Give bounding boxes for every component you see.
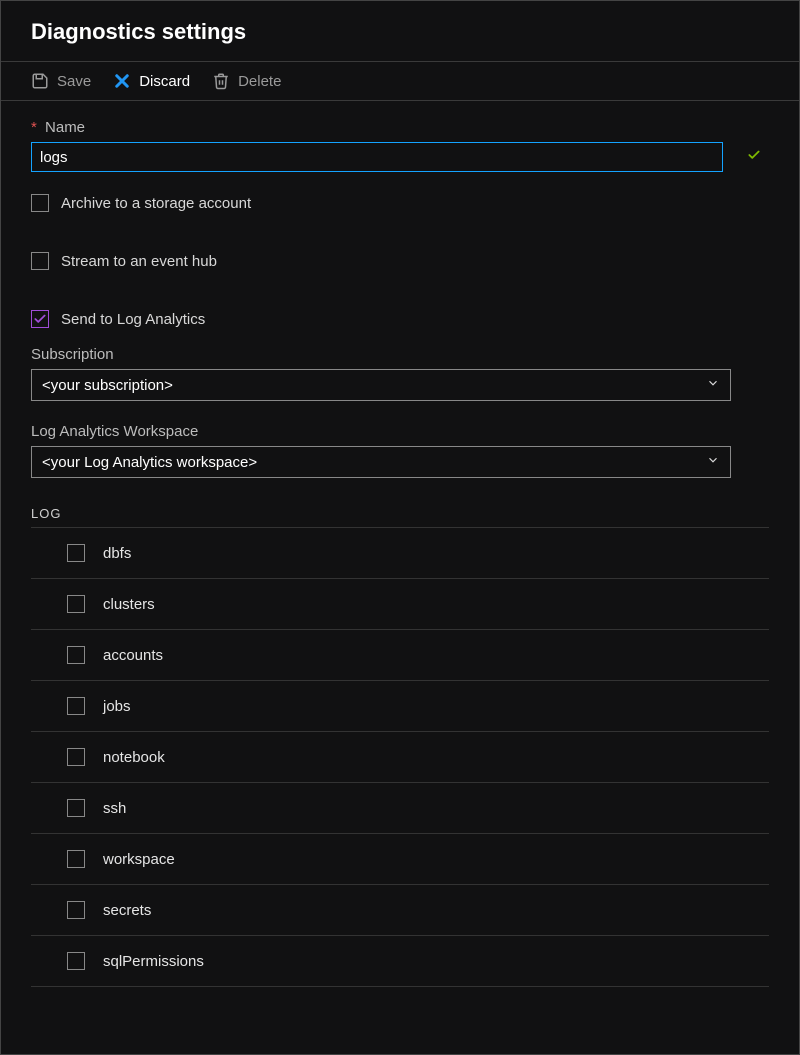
trash-icon <box>212 72 230 90</box>
log-checkbox[interactable] <box>67 748 85 766</box>
page-title: Diagnostics settings <box>31 19 769 45</box>
close-icon <box>113 72 131 90</box>
subscription-label: Subscription <box>31 346 769 363</box>
log-section-label: LOG <box>31 506 769 521</box>
log-checkbox[interactable] <box>67 901 85 919</box>
log-item-label: accounts <box>103 647 163 664</box>
log-checkbox[interactable] <box>67 595 85 613</box>
discard-label: Discard <box>139 73 190 90</box>
subscription-select[interactable]: <your subscription> <box>31 369 731 401</box>
form-body: * Name Archive to a storage account Stre… <box>1 101 799 987</box>
stream-label: Stream to an event hub <box>61 253 217 270</box>
log-row[interactable]: notebook <box>31 732 769 783</box>
required-star: * <box>31 119 37 136</box>
send-checkbox-row[interactable]: Send to Log Analytics <box>31 310 769 328</box>
save-icon <box>31 72 49 90</box>
name-input-wrap <box>31 142 769 172</box>
log-row[interactable]: secrets <box>31 885 769 936</box>
log-item-label: secrets <box>103 902 151 919</box>
archive-label: Archive to a storage account <box>61 195 251 212</box>
log-checkbox[interactable] <box>67 544 85 562</box>
log-item-label: jobs <box>103 698 131 715</box>
name-field-label: * Name <box>31 119 769 136</box>
log-item-label: notebook <box>103 749 165 766</box>
stream-checkbox-row[interactable]: Stream to an event hub <box>31 252 769 270</box>
check-icon <box>747 148 761 166</box>
log-checkbox[interactable] <box>67 697 85 715</box>
log-row[interactable]: ssh <box>31 783 769 834</box>
log-row[interactable]: accounts <box>31 630 769 681</box>
delete-label: Delete <box>238 73 281 90</box>
workspace-value: <your Log Analytics workspace> <box>42 454 257 471</box>
subscription-block: Subscription <your subscription> <box>31 346 769 401</box>
archive-checkbox-row[interactable]: Archive to a storage account <box>31 194 769 212</box>
log-item-label: workspace <box>103 851 175 868</box>
delete-button[interactable]: Delete <box>212 72 281 90</box>
log-checkbox[interactable] <box>67 850 85 868</box>
diagnostics-settings-panel: Diagnostics settings Save Discard Delete <box>0 0 800 1055</box>
log-item-label: ssh <box>103 800 126 817</box>
log-checkbox[interactable] <box>67 952 85 970</box>
log-list: dbfs clusters accounts jobs notebook ssh works… <box>31 527 769 987</box>
log-checkbox[interactable] <box>67 646 85 664</box>
workspace-block: Log Analytics Workspace <your Log Analyt… <box>31 423 769 478</box>
workspace-label: Log Analytics Workspace <box>31 423 769 440</box>
chevron-down-icon <box>706 453 720 471</box>
subscription-value: <your subscription> <box>42 377 173 394</box>
send-label: Send to Log Analytics <box>61 311 205 328</box>
archive-checkbox[interactable] <box>31 194 49 212</box>
discard-button[interactable]: Discard <box>113 72 190 90</box>
send-checkbox[interactable] <box>31 310 49 328</box>
log-row[interactable]: clusters <box>31 579 769 630</box>
log-row[interactable]: sqlPermissions <box>31 936 769 987</box>
log-row[interactable]: dbfs <box>31 528 769 579</box>
workspace-select[interactable]: <your Log Analytics workspace> <box>31 446 731 478</box>
log-item-label: clusters <box>103 596 155 613</box>
chevron-down-icon <box>706 376 720 394</box>
log-row[interactable]: jobs <box>31 681 769 732</box>
stream-checkbox[interactable] <box>31 252 49 270</box>
toolbar: Save Discard Delete <box>1 62 799 101</box>
log-checkbox[interactable] <box>67 799 85 817</box>
log-item-label: dbfs <box>103 545 131 562</box>
panel-header: Diagnostics settings <box>1 1 799 62</box>
name-input[interactable] <box>31 142 723 172</box>
save-button[interactable]: Save <box>31 72 91 90</box>
log-row[interactable]: workspace <box>31 834 769 885</box>
log-item-label: sqlPermissions <box>103 953 204 970</box>
save-label: Save <box>57 73 91 90</box>
